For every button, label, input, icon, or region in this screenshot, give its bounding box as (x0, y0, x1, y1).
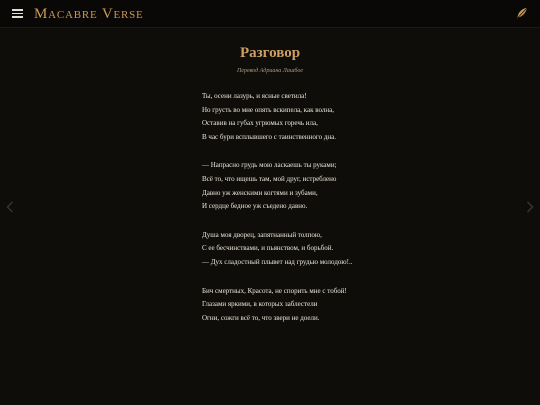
stanza-4: Бич смертных, Красота, не спорить мне с … (202, 285, 452, 326)
poem-line: — Дух сладостный плывет над грудью молод… (202, 257, 353, 266)
poem-line: Душа моя дворец, запятнанный толпою, (202, 230, 322, 239)
translator-credit: Перевод Адриана Лашбое (236, 68, 303, 74)
chevron-right-icon[interactable] (525, 200, 535, 214)
poem-line: Бич смертных, Красота, не спорить мне с … (202, 286, 347, 295)
poem-line: Глазами яркими, в которых заблестели (202, 300, 318, 309)
poem-body: Ты, осени лазурь, и ясные светила! Но гр… (202, 90, 452, 340)
feather-quill-icon[interactable] (515, 7, 528, 20)
site-brand[interactable]: Macabre Verse (34, 6, 144, 22)
poem-line: Но грусть во мне опять вскипела, как вол… (202, 105, 334, 114)
poem-line: Давно уж женскими когтями и зубами, (202, 188, 318, 197)
poem-line: Всё то, что ищешь там, мой друг, истребл… (202, 174, 337, 183)
poem-line: — Напрасно грудь мою ласкаешь ты руками; (202, 161, 337, 170)
top-bar: Macabre Verse (0, 0, 540, 28)
stanza-1: Ты, осени лазурь, и ясные светила! Но гр… (202, 90, 452, 144)
chevron-left-icon[interactable] (5, 200, 15, 214)
poem-title: Разговор (239, 45, 301, 61)
poem-line: С ее бесчинствами, и пьянством, и борьбо… (202, 244, 334, 253)
stanza-2: — Напрасно грудь мою ласкаешь ты руками;… (202, 159, 452, 213)
poem-line: И сердце бедное уж съедено давно. (202, 202, 308, 211)
poem-line: В час бури всплывшего с таинственного дн… (202, 132, 336, 141)
poem-line: Ты, осени лазурь, и ясные светила! (202, 92, 307, 100)
hamburger-menu-icon[interactable] (12, 9, 23, 18)
poem-line: Огни, сожги всё то, что звери не доели. (202, 313, 320, 322)
poem-line: Оставив на губах угрюмых горечь ила, (202, 119, 318, 128)
stanza-3: Душа моя дворец, запятнанный толпою, С е… (202, 229, 452, 270)
